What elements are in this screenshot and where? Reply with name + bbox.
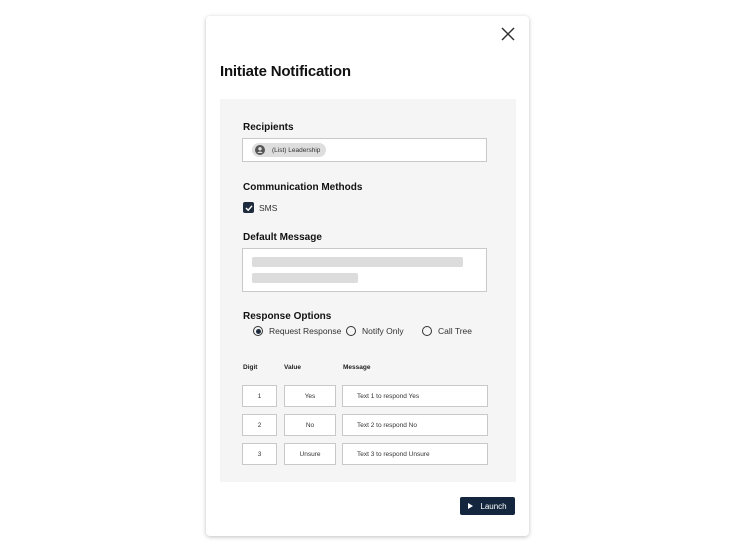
play-icon	[468, 503, 474, 509]
digit-input[interactable]: 1	[242, 385, 277, 407]
launch-button[interactable]: Launch	[460, 497, 515, 515]
digit-input[interactable]: 2	[242, 414, 277, 436]
radio-button[interactable]	[422, 326, 432, 336]
recipients-field[interactable]: (List) Leadership	[242, 138, 487, 162]
default-message-textarea[interactable]	[242, 248, 487, 292]
close-icon[interactable]	[500, 26, 516, 42]
dialog-title: Initiate Notification	[220, 63, 351, 80]
message-input[interactable]: Text 2 to respond No	[342, 414, 488, 436]
communication-methods-label: Communication Methods	[243, 182, 363, 193]
radio-notify-only[interactable]: Notify Only	[346, 326, 404, 336]
radio-request-response[interactable]: Request Response	[253, 326, 341, 336]
sms-label: SMS	[259, 202, 278, 213]
initiate-notification-dialog: Initiate Notification Recipients (List) …	[206, 16, 529, 536]
message-placeholder-line	[252, 257, 463, 267]
sms-option[interactable]: SMS	[243, 202, 277, 213]
message-input[interactable]: Text 3 to respond Unsure	[342, 443, 488, 465]
digit-input[interactable]: 3	[242, 443, 277, 465]
radio-button[interactable]	[346, 326, 356, 336]
radio-label: Call Tree	[438, 326, 473, 336]
radio-label: Request Response	[269, 326, 342, 336]
value-input[interactable]: Unsure	[284, 443, 336, 465]
person-icon	[255, 145, 265, 155]
value-input[interactable]: No	[284, 414, 336, 436]
column-header-value: Value	[284, 364, 301, 371]
recipient-chip-label: (List) Leadership	[272, 146, 321, 154]
launch-label: Launch	[480, 501, 507, 511]
column-header-digit: Digit	[243, 364, 258, 371]
default-message-label: Default Message	[243, 232, 322, 243]
response-options-label: Response Options	[243, 311, 332, 322]
checkmark-icon	[245, 204, 253, 211]
radio-button[interactable]	[253, 326, 263, 336]
message-input[interactable]: Text 1 to respond Yes	[342, 385, 488, 407]
radio-label: Notify Only	[362, 326, 404, 336]
message-placeholder-line	[252, 273, 358, 283]
column-header-message: Message	[343, 364, 371, 371]
recipient-chip[interactable]: (List) Leadership	[252, 143, 327, 157]
value-input[interactable]: Yes	[284, 385, 336, 407]
sms-checkbox[interactable]	[243, 202, 254, 213]
radio-call-tree[interactable]: Call Tree	[422, 326, 472, 336]
form-panel: Recipients (List) Leadership Communicati…	[220, 99, 516, 482]
recipients-label: Recipients	[243, 122, 294, 133]
